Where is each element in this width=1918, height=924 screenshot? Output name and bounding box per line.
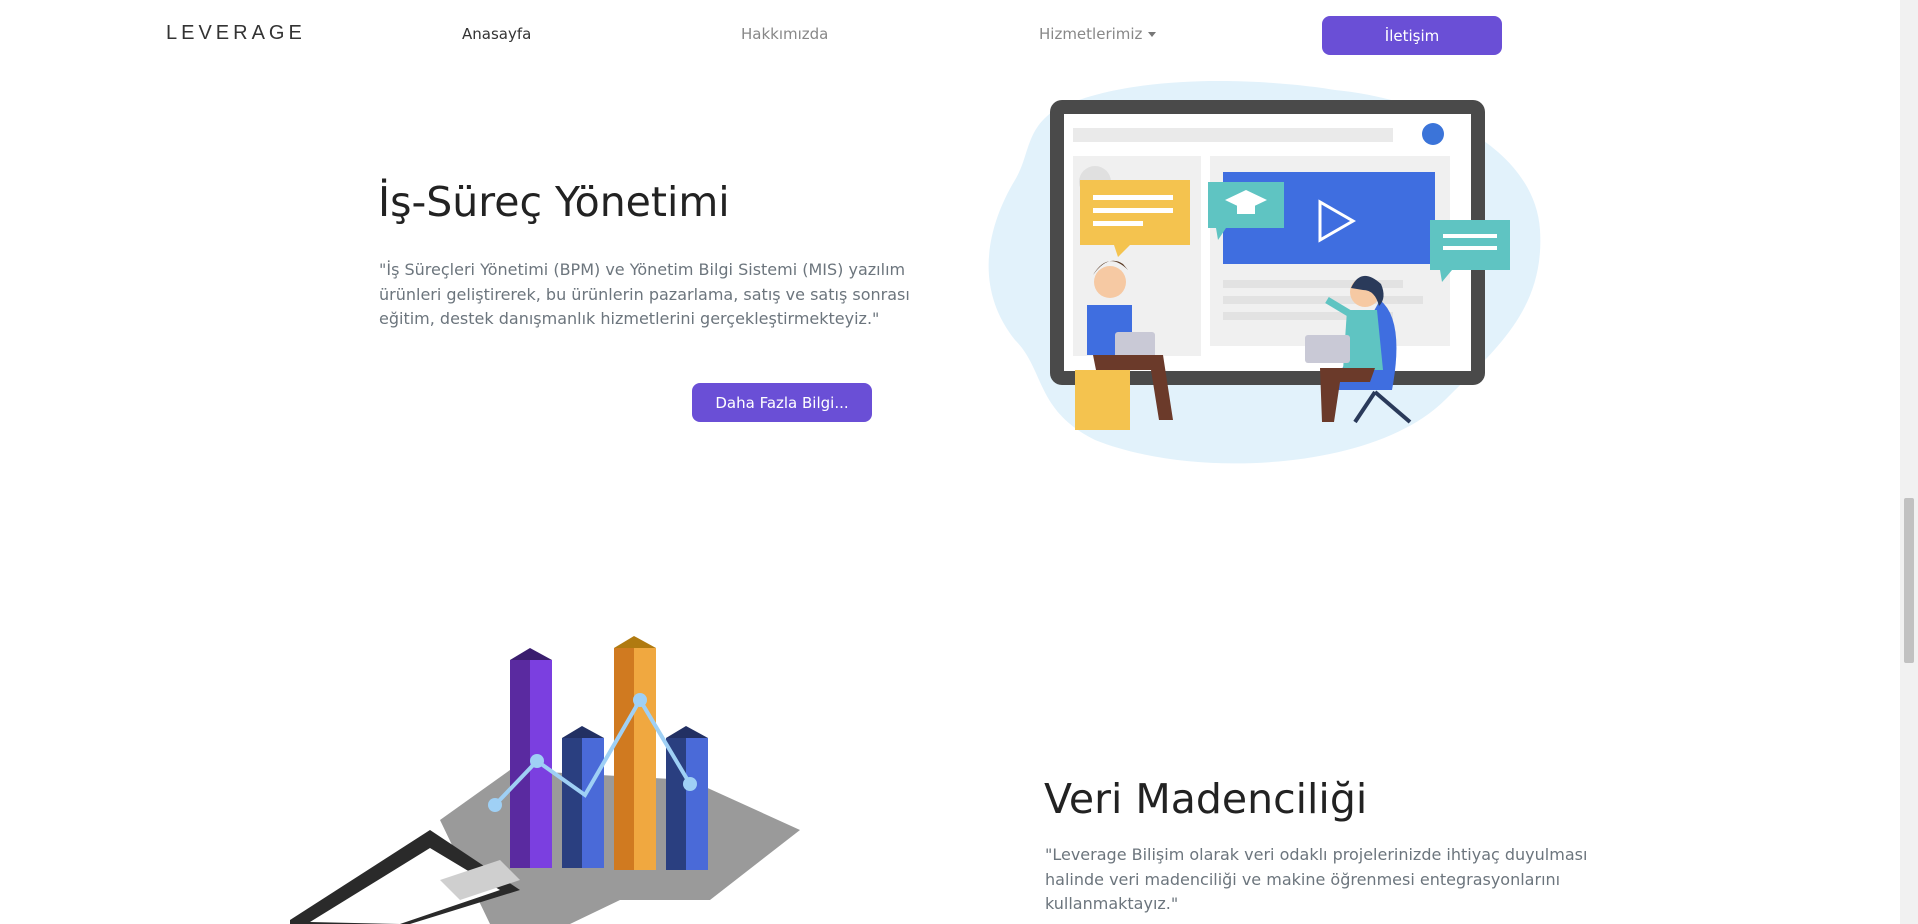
navbar: LEVERAGE Anasayfa Hakkımızda Hizmetlerim… [0,0,1900,70]
nav-dropdown-services[interactable]: Hizmetlerimiz [1039,25,1157,43]
caret-down-icon [1148,32,1157,37]
section-title-bpm: İş-Süreç Yönetimi [378,178,730,226]
bar-navy-1 [562,726,604,868]
section-description-data-mining: "Leverage Bilişim olarak veri odaklı pro… [1045,845,1588,913]
more-info-button[interactable]: Daha Fazla Bilgi... [692,383,872,422]
nav-dropdown-services-label: Hizmetlerimiz [1039,25,1143,43]
nav-link-home[interactable]: Anasayfa [462,25,531,43]
stool [1075,370,1130,430]
brand-logo[interactable]: LEVERAGE [166,22,306,45]
page-scrollbar[interactable] [1900,0,1918,924]
bar-navy-2 [666,726,708,870]
nav-link-about[interactable]: Hakkımızda [741,25,828,43]
scrollbar-thumb[interactable] [1904,498,1914,663]
data-mining-illustration [290,636,800,924]
section-description-bpm: "İş Süreçleri Yönetimi (BPM) ve Yönetim … [379,260,910,328]
bpm-illustration [988,81,1541,464]
man-head [1094,266,1126,298]
contact-button[interactable]: İletişim [1322,16,1502,55]
bar-orange [614,636,656,870]
section-title-data-mining: Veri Madenciliği [1044,775,1368,823]
status-dot [1422,123,1444,145]
